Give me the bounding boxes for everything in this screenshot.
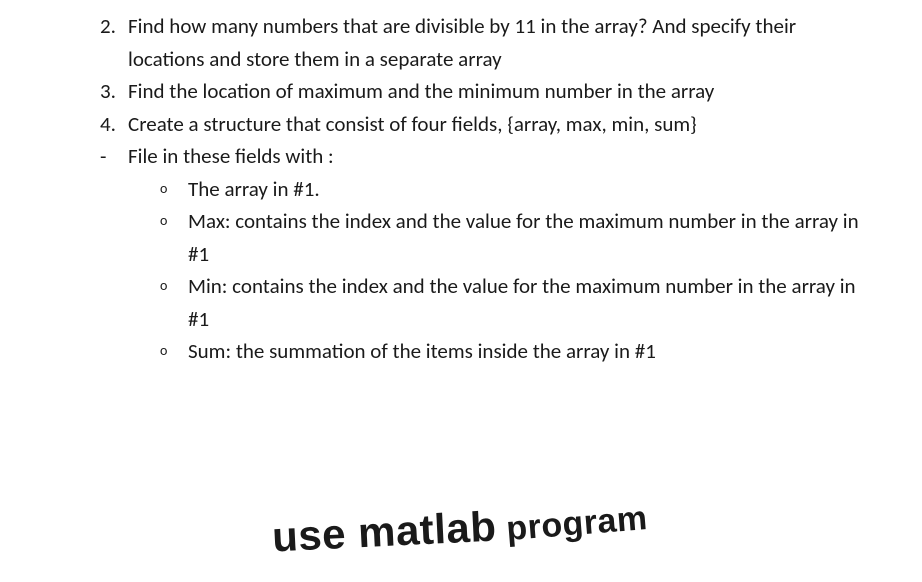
sublist-marker: o [160,270,188,335]
sublist-item: o Sum: the summation of the items inside… [160,335,892,368]
footer-program-text: program [504,492,649,556]
list-text: Find how many numbers that are divisible… [128,10,892,75]
list-item-2: 2. Find how many numbers that are divisi… [100,10,892,75]
sublist-marker: o [160,335,188,368]
dash-marker: - [100,140,128,173]
sublist-marker: o [160,173,188,206]
list-item-4: 4. Create a structure that consist of fo… [100,108,892,141]
list-text: Create a structure that consist of four … [128,108,892,141]
sublist-text: Sum: the summation of the items inside t… [188,335,892,368]
list-text: Find the location of maximum and the min… [128,75,892,108]
footer-main-text: use matlab [270,493,497,569]
sublist-text: Max: contains the index and the value fo… [188,205,892,270]
dash-text: File in these fields with : [128,140,892,173]
list-marker: 2. [100,10,128,75]
sublist-item: o The array in #1. [160,173,892,206]
list-item-3: 3. Find the location of maximum and the … [100,75,892,108]
sublist-marker: o [160,205,188,270]
list-item-dash: - File in these fields with : [100,140,892,173]
list-marker: 3. [100,75,128,108]
list-marker: 4. [100,108,128,141]
footer-note: use matlab program [0,499,922,564]
sublist-item: o Max: contains the index and the value … [160,205,892,270]
sublist-item: o Min: contains the index and the value … [160,270,892,335]
sublist-text: Min: contains the index and the value fo… [188,270,892,335]
sublist-text: The array in #1. [188,173,892,206]
